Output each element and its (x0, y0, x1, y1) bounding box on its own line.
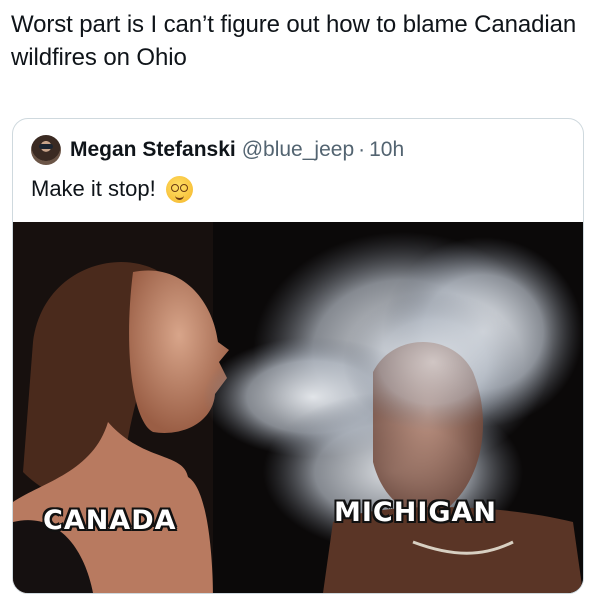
post-text: Worst part is I can’t figure out how to … (11, 11, 577, 71)
caption-canada: CANADA (43, 505, 177, 536)
quoted-tweet-text-row: Make it stop! (31, 174, 193, 204)
quoted-tweet-card[interactable]: Megan Stefanski @blue_jeep · 10h Make it… (12, 118, 584, 594)
avatar[interactable] (31, 135, 61, 165)
separator-dot: · (358, 138, 366, 161)
woozy-face-emoji-icon (165, 175, 193, 203)
author-name[interactable]: Megan Stefanski (70, 138, 236, 162)
author-handle[interactable]: @blue_jeep (242, 138, 354, 162)
meme-image[interactable]: CANADA MICHIGAN (13, 222, 583, 593)
meme-image-illustration (13, 222, 583, 593)
quoted-tweet-text: Make it stop! (31, 176, 156, 201)
caption-michigan: MICHIGAN (334, 497, 498, 528)
quoted-tweet-header: Megan Stefanski @blue_jeep · 10h (31, 135, 404, 165)
timestamp[interactable]: 10h (369, 138, 404, 162)
